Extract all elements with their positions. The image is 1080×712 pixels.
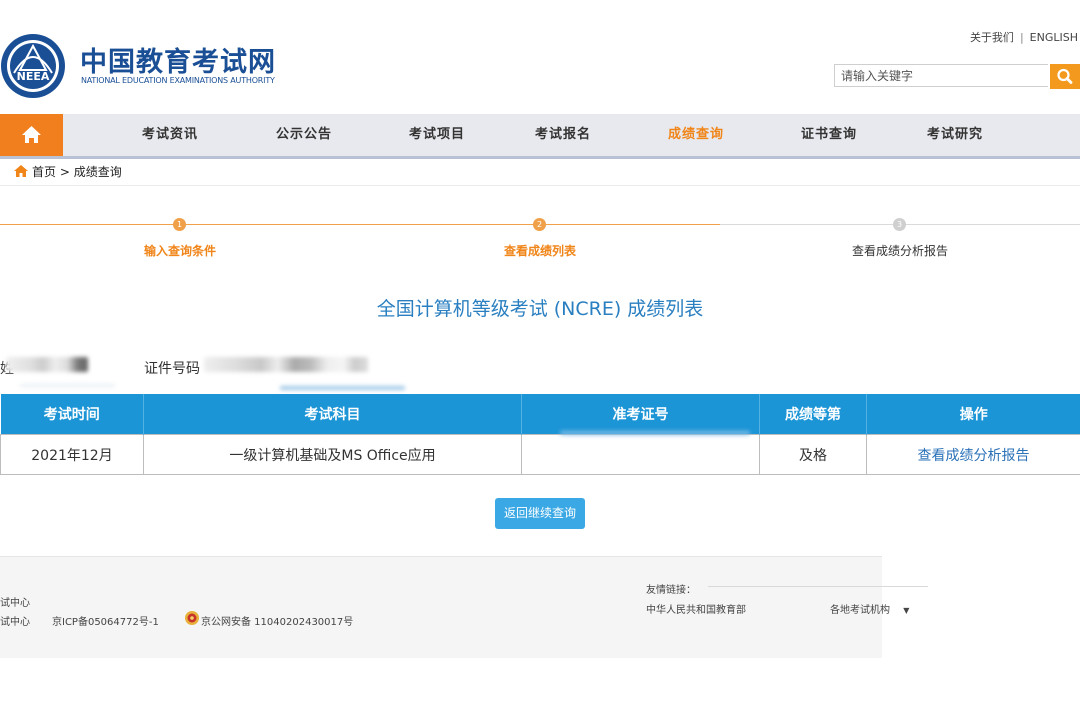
header-grade: 成绩等第 bbox=[759, 394, 867, 435]
ticket-redaction-smudge bbox=[560, 431, 750, 435]
step-1-label: 输入查询条件 bbox=[143, 244, 216, 258]
english-link[interactable]: ENGLISH bbox=[1030, 31, 1078, 44]
footer-org-line-1: 试中心 bbox=[0, 598, 30, 609]
cell-exam-subject: 一级计算机基础及MS Office应用 bbox=[143, 434, 522, 475]
logo-title-en: NATIONAL EDUCATION EXAMINATIONS AUTHORIT… bbox=[81, 76, 275, 85]
friend-links-divider bbox=[708, 586, 928, 587]
view-analysis-report-link[interactable]: 查看成绩分析报告 bbox=[866, 434, 1080, 475]
search-button[interactable] bbox=[1050, 64, 1080, 89]
step-3-dot: 3 bbox=[893, 218, 906, 231]
search-box bbox=[834, 64, 1080, 89]
site-logo[interactable]: NEEA 中国教育考试网 NATIONAL EDUCATION EXAMINAT… bbox=[0, 30, 280, 102]
id-number-redacted bbox=[204, 357, 368, 372]
footer-icp[interactable]: 京ICP备05064772号-1 bbox=[52, 613, 159, 628]
cell-grade: 及格 bbox=[759, 434, 867, 475]
chevron-down-icon: ▼ bbox=[903, 606, 910, 615]
nav-item-registration[interactable]: 考试报名 bbox=[535, 114, 591, 156]
step-1-dot: 1 bbox=[173, 218, 186, 231]
search-icon bbox=[1057, 68, 1073, 84]
cell-exam-time: 2021年12月 bbox=[0, 434, 144, 475]
table-header-row: 考试时间 考试科目 准考证号 成绩等第 操作 bbox=[0, 394, 1080, 435]
nav-item-exam-projects[interactable]: 考试项目 bbox=[409, 114, 465, 156]
breadcrumb-divider bbox=[0, 185, 1080, 186]
header-exam-time: 考试时间 bbox=[0, 394, 144, 435]
step-line-done bbox=[0, 224, 720, 225]
name-redacted bbox=[6, 357, 88, 372]
table-row: 2021年12月 一级计算机基础及MS Office应用 及格 查看成绩分析报告 bbox=[0, 434, 1080, 475]
header-action: 操作 bbox=[866, 394, 1080, 435]
search-input[interactable] bbox=[834, 64, 1048, 87]
header-ticket-number: 准考证号 bbox=[521, 394, 760, 435]
logo-title-cn: 中国教育考试网 bbox=[80, 47, 276, 78]
emblem-text: NEEA bbox=[17, 70, 50, 83]
about-us-link[interactable]: 关于我们 bbox=[970, 31, 1014, 44]
top-links: 关于我们 | ENGLISH bbox=[970, 29, 1078, 45]
main-nav: 考试资讯 公示公告 考试项目 考试报名 成绩查询 证书查询 考试研究 bbox=[0, 114, 1080, 159]
step-2-dot: 2 bbox=[533, 218, 546, 231]
breadcrumb-home-icon bbox=[14, 165, 28, 177]
score-table: 考试时间 考试科目 准考证号 成绩等第 操作 2021年12月 一级计算机基础及… bbox=[0, 394, 1080, 475]
nav-item-score-query[interactable]: 成绩查询 bbox=[668, 114, 724, 156]
footer bbox=[0, 556, 882, 658]
cell-ticket-number bbox=[521, 434, 760, 475]
page: { "header": { "logo_cn": "中国教育考试网", "log… bbox=[0, 0, 1080, 712]
nav-item-exam-news[interactable]: 考试资讯 bbox=[142, 114, 198, 156]
step-3-label: 查看成绩分析报告 bbox=[851, 244, 948, 258]
header-exam-subject: 考试科目 bbox=[143, 394, 522, 435]
top-link-separator: | bbox=[1019, 31, 1024, 44]
id-underline-smudge bbox=[280, 386, 405, 390]
breadcrumb-home-link[interactable]: 首页 bbox=[32, 165, 56, 179]
nav-item-announcements[interactable]: 公示公告 bbox=[276, 114, 332, 156]
local-agencies-dropdown[interactable]: 各地考试机构 ▼ bbox=[830, 601, 909, 616]
neea-emblem-icon: NEEA bbox=[1, 34, 65, 98]
footer-police-record[interactable]: 京公网安备 11040202430017号 bbox=[201, 613, 353, 628]
id-number-label: 证件号码 bbox=[144, 361, 200, 377]
friend-link-ministry[interactable]: 中华人民共和国教育部 bbox=[646, 601, 746, 616]
back-continue-query-button[interactable]: 返回继续查询 bbox=[495, 498, 585, 529]
breadcrumb-current: 成绩查询 bbox=[73, 165, 122, 179]
breadcrumb: 首页 > 成绩查询 bbox=[13, 163, 122, 181]
footer-org-line-2: 试中心 bbox=[0, 617, 30, 628]
home-icon bbox=[22, 126, 41, 143]
nav-home-button[interactable] bbox=[0, 114, 63, 156]
step-2-label: 查看成绩列表 bbox=[503, 244, 576, 258]
nav-item-certificate-query[interactable]: 证书查询 bbox=[801, 114, 857, 156]
police-badge-icon bbox=[185, 611, 199, 625]
page-title: 全国计算机等级考试 (NCRE) 成绩列表 bbox=[376, 298, 704, 320]
name-underline-smudge bbox=[20, 384, 115, 387]
nav-item-exam-research[interactable]: 考试研究 bbox=[927, 114, 983, 156]
local-agencies-label: 各地考试机构 bbox=[830, 605, 890, 616]
friend-links-label: 友情链接： bbox=[646, 585, 696, 596]
breadcrumb-separator: > bbox=[59, 165, 70, 179]
